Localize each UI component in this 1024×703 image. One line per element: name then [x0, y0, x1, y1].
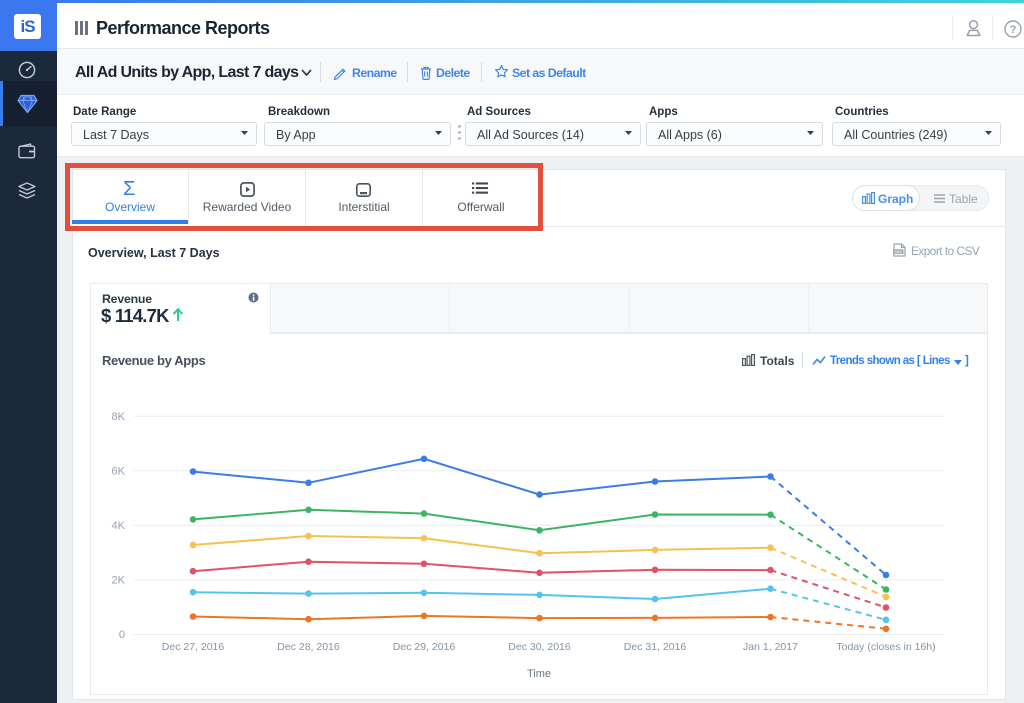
svg-text:6K: 6K: [112, 465, 126, 477]
svg-text:Dec 28, 2016: Dec 28, 2016: [277, 641, 340, 653]
svg-text:Today (closes in 16h): Today (closes in 16h): [836, 641, 935, 653]
svg-text:Dec 30, 2016: Dec 30, 2016: [508, 641, 571, 653]
svg-text:?: ?: [1010, 24, 1017, 36]
svg-text:CSV: CSV: [895, 250, 903, 254]
svg-text:8K: 8K: [112, 411, 126, 423]
svg-text:2K: 2K: [112, 574, 126, 586]
svg-text:Dec 29, 2016: Dec 29, 2016: [393, 641, 456, 653]
svg-text:Jan 1, 2017: Jan 1, 2017: [743, 641, 798, 653]
svg-text:Dec 31, 2016: Dec 31, 2016: [624, 641, 687, 653]
svg-text:Time: Time: [527, 668, 551, 680]
svg-text:Dec 27, 2016: Dec 27, 2016: [162, 641, 225, 653]
svg-text:0: 0: [119, 629, 125, 641]
svg-text:4K: 4K: [112, 520, 126, 532]
